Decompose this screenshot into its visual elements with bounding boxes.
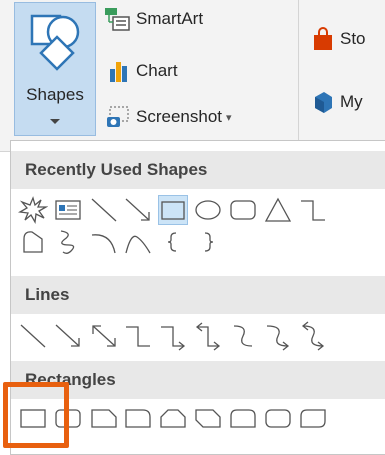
- chart-label: Chart: [136, 61, 178, 80]
- text-box-icon[interactable]: [53, 195, 83, 225]
- rectangle-icon[interactable]: [158, 195, 188, 225]
- line-icon[interactable]: [89, 195, 119, 225]
- round-single-corner-rectangle-icon[interactable]: [123, 403, 153, 433]
- chevron-down-icon: ▾: [226, 111, 232, 124]
- shapes-gallery: Recently Used Shapes Lines Rectangles: [10, 140, 385, 455]
- curved-connector-icon[interactable]: [228, 321, 258, 351]
- chart-button[interactable]: Chart: [104, 56, 178, 86]
- store-bag-icon: [312, 27, 334, 51]
- line-icon[interactable]: [18, 321, 48, 351]
- store-label: Sto: [340, 29, 366, 48]
- round-same-side-corner-rectangle-icon[interactable]: [228, 403, 258, 433]
- screenshot-label: Screenshot: [136, 107, 222, 126]
- my-addins-button[interactable]: My: [312, 87, 363, 117]
- rounded-rectangle-icon[interactable]: [263, 403, 293, 433]
- double-arrow-line-icon[interactable]: [89, 321, 119, 351]
- screenshot-icon: [104, 105, 130, 129]
- insert-ribbon: Shapes SmartArt Chart Screenshot ▾ Sto M…: [0, 0, 385, 152]
- section-header-recently-used: Recently Used Shapes: [11, 151, 385, 189]
- snip-diagonal-corner-rectangle-icon[interactable]: [193, 403, 223, 433]
- right-brace-icon[interactable]: [193, 227, 223, 257]
- elbow-double-arrow-connector-icon[interactable]: [193, 321, 223, 351]
- store-button[interactable]: Sto: [312, 24, 366, 54]
- snip-single-corner-rectangle-icon[interactable]: [89, 403, 119, 433]
- my-addins-label: My: [340, 92, 363, 111]
- smartart-label: SmartArt: [136, 9, 204, 28]
- section-header-rectangles: Rectangles: [11, 361, 385, 399]
- round-diagonal-corner-rectangle-icon[interactable]: [298, 403, 328, 433]
- oval-icon[interactable]: [193, 195, 223, 225]
- chevron-down-icon: [50, 119, 60, 124]
- addins-icon: [312, 90, 334, 114]
- curve-icon[interactable]: [123, 227, 153, 257]
- curved-arrow-connector-icon[interactable]: [263, 321, 293, 351]
- curved-double-arrow-connector-icon[interactable]: [298, 321, 328, 351]
- rounded-rectangle-icon[interactable]: [228, 195, 258, 225]
- arrow-line-icon[interactable]: [123, 195, 153, 225]
- shapes-button[interactable]: Shapes: [14, 2, 96, 136]
- ribbon-separator: [298, 0, 299, 150]
- scribble-icon[interactable]: [53, 227, 83, 257]
- left-brace-icon[interactable]: [158, 227, 188, 257]
- shapes-icon: [30, 14, 80, 71]
- section-header-lines: Lines: [11, 276, 385, 314]
- freeform-icon[interactable]: [18, 227, 48, 257]
- arc-icon[interactable]: [89, 227, 119, 257]
- smartart-icon: [104, 7, 130, 31]
- screenshot-button[interactable]: Screenshot ▾: [104, 102, 232, 132]
- shapes-label: Shapes: [26, 85, 84, 104]
- elbow-arrow-connector-icon[interactable]: [158, 321, 188, 351]
- bar-chart-icon: [104, 59, 130, 83]
- rectangle-icon[interactable]: [18, 403, 48, 433]
- elbow-connector-icon[interactable]: [298, 195, 328, 225]
- arrow-line-icon[interactable]: [53, 321, 83, 351]
- snip-same-side-corner-rectangle-icon[interactable]: [158, 403, 188, 433]
- elbow-connector-icon[interactable]: [123, 321, 153, 351]
- triangle-icon[interactable]: [263, 195, 293, 225]
- explosion-icon[interactable]: [18, 195, 48, 225]
- smartart-button[interactable]: SmartArt: [104, 4, 203, 34]
- rounded-rectangle-icon[interactable]: [53, 403, 83, 433]
